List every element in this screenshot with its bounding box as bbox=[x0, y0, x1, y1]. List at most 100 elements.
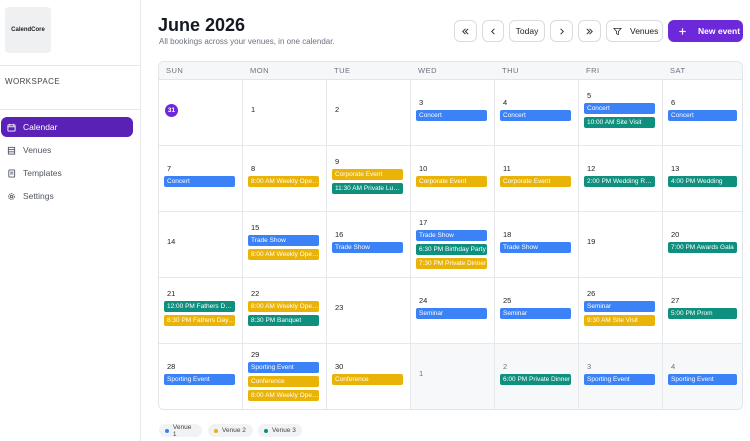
day-cell[interactable]: 1 bbox=[411, 344, 495, 409]
prev-year-button[interactable] bbox=[454, 20, 477, 42]
event-chip[interactable]: 7:00 PM Awards Gala bbox=[668, 242, 737, 253]
day-cell[interactable]: 24 Seminar bbox=[411, 278, 495, 344]
day-cell[interactable]: 4 Sporting Event bbox=[663, 344, 742, 409]
event-chip[interactable]: Trade Show bbox=[332, 242, 403, 253]
event-chip[interactable]: 9:30 AM Site Visit bbox=[584, 315, 655, 326]
event-chip[interactable]: 4:00 PM Wedding bbox=[668, 176, 737, 187]
sidebar-item-venues[interactable]: Venues bbox=[1, 140, 133, 160]
month-calendar: SUN MON TUE WED THU FRI SAT 31 1 2 3 Concert 4 Conce… bbox=[158, 61, 743, 410]
event-chip[interactable]: 5:00 PM Prom bbox=[668, 308, 737, 319]
day-cell[interactable]: 13 4:00 PM Wedding bbox=[663, 146, 742, 212]
day-cell[interactable]: 2 bbox=[327, 80, 411, 146]
day-cell[interactable]: 11 Corporate Event bbox=[495, 146, 579, 212]
day-cell[interactable]: 4 Concert bbox=[495, 80, 579, 146]
day-cell[interactable]: 22 8:00 AM Weekly Oper... 8:30 PM Banquet bbox=[243, 278, 327, 344]
event-chip[interactable]: Concert bbox=[500, 110, 571, 121]
new-event-label: New event bbox=[698, 26, 741, 36]
day-cell[interactable]: 18 Trade Show bbox=[495, 212, 579, 278]
event-chip[interactable]: Seminar bbox=[584, 301, 655, 312]
event-chip[interactable]: Seminar bbox=[500, 308, 571, 319]
event-chip[interactable]: Trade Show bbox=[416, 230, 487, 241]
day-cell[interactable]: 3 Sporting Event bbox=[579, 344, 663, 409]
event-chip[interactable]: 8:30 PM Fathers Day ... bbox=[164, 315, 235, 326]
day-cell[interactable]: 29 Sporting Event Conference 8:00 AM Weekly… bbox=[243, 344, 327, 409]
day-number: 18 bbox=[503, 230, 512, 239]
event-chip[interactable]: Sporting Event bbox=[248, 362, 319, 373]
day-cell[interactable]: 31 bbox=[159, 80, 243, 146]
day-number: 24 bbox=[419, 296, 428, 305]
day-cell[interactable]: 28 Sporting Event bbox=[159, 344, 243, 409]
legend-venue-1: Venue 1 bbox=[159, 424, 202, 438]
event-chip[interactable]: 8:00 AM Weekly Oper... bbox=[248, 390, 319, 401]
event-chip[interactable]: 8:00 AM Weekly Oper... bbox=[248, 176, 319, 187]
day-cell[interactable]: 25 Seminar bbox=[495, 278, 579, 344]
day-cell[interactable]: 26 Seminar 9:30 AM Site Visit bbox=[579, 278, 663, 344]
event-chip[interactable]: Seminar bbox=[416, 308, 487, 319]
day-cell[interactable]: 19 bbox=[579, 212, 663, 278]
day-cell[interactable]: 20 7:00 PM Awards Gala bbox=[663, 212, 742, 278]
today-button[interactable]: Today bbox=[509, 20, 545, 42]
next-month-button[interactable] bbox=[550, 20, 573, 42]
event-chip[interactable]: Corporate Event bbox=[416, 176, 487, 187]
event-chip[interactable]: Concert bbox=[164, 176, 235, 187]
sidebar-item-templates[interactable]: Templates bbox=[1, 163, 133, 183]
event-chip[interactable]: 8:00 AM Weekly Oper... bbox=[248, 249, 319, 260]
legend-venue-2: Venue 2 bbox=[208, 424, 253, 437]
day-cell[interactable]: 30 Conference bbox=[327, 344, 411, 409]
event-chip[interactable]: Concert bbox=[668, 110, 737, 121]
day-number: 26 bbox=[587, 289, 596, 298]
event-chip[interactable]: Corporate Event bbox=[332, 169, 403, 180]
day-cell[interactable]: 9 Corporate Event 11:30 AM Private Lunch bbox=[327, 146, 411, 212]
day-cell[interactable]: 12 2:00 PM Wedding Reh... bbox=[579, 146, 663, 212]
event-chip[interactable]: 12:00 PM Fathers Day ... bbox=[164, 301, 235, 312]
day-cell[interactable]: 6 Concert bbox=[663, 80, 742, 146]
calendar-icon bbox=[7, 123, 16, 132]
app-logo[interactable]: CalendCore bbox=[5, 7, 51, 53]
day-cell[interactable]: 2 6:00 PM Private Dinner bbox=[495, 344, 579, 409]
day-cell[interactable]: 10 Corporate Event bbox=[411, 146, 495, 212]
day-cell[interactable]: 1 bbox=[243, 80, 327, 146]
event-chip[interactable]: Conference bbox=[248, 376, 319, 387]
day-cell[interactable]: 8 8:00 AM Weekly Oper... bbox=[243, 146, 327, 212]
event-chip[interactable]: Concert bbox=[416, 110, 487, 121]
event-chip[interactable]: Conference bbox=[332, 374, 403, 385]
chevron-left-icon bbox=[490, 27, 495, 35]
event-chip[interactable]: 11:30 AM Private Lunch bbox=[332, 183, 403, 194]
next-year-button[interactable] bbox=[578, 20, 601, 42]
day-number: 17 bbox=[419, 218, 428, 227]
event-chip[interactable]: 8:00 AM Weekly Oper... bbox=[248, 301, 319, 312]
event-chip[interactable]: Trade Show bbox=[500, 242, 571, 253]
new-event-button[interactable]: New event bbox=[668, 20, 743, 42]
event-chip[interactable]: Sporting Event bbox=[668, 374, 737, 385]
day-cell[interactable]: 16 Trade Show bbox=[327, 212, 411, 278]
event-chip[interactable]: Trade Show bbox=[248, 235, 319, 246]
day-number: 12 bbox=[587, 164, 596, 173]
venues-filter-button[interactable]: Venues bbox=[606, 20, 663, 42]
sidebar-item-calendar[interactable]: Calendar bbox=[1, 117, 133, 137]
day-cell[interactable]: 17 Trade Show 6:30 PM Birthday Party 7:30 P… bbox=[411, 212, 495, 278]
day-number: 1 bbox=[251, 105, 256, 114]
legend-label: Venue 2 bbox=[222, 427, 246, 434]
day-cell[interactable]: 15 Trade Show 8:00 AM Weekly Oper... bbox=[243, 212, 327, 278]
event-chip[interactable]: 10:00 AM Site Visit bbox=[584, 117, 655, 128]
event-chip[interactable]: 8:30 PM Banquet bbox=[248, 315, 319, 326]
page-subtitle: All bookings across your venues, in one … bbox=[159, 37, 335, 46]
day-cell[interactable]: 23 bbox=[327, 278, 411, 344]
day-cell[interactable]: 14 bbox=[159, 212, 243, 278]
event-chip[interactable]: 7:30 PM Private Dinner bbox=[416, 258, 487, 269]
sidebar-item-settings[interactable]: Settings bbox=[1, 186, 133, 206]
event-chip[interactable]: Concert bbox=[584, 103, 655, 114]
event-chip[interactable]: Sporting Event bbox=[584, 374, 655, 385]
event-chip[interactable]: 6:00 PM Private Dinner bbox=[500, 374, 571, 385]
day-number: 23 bbox=[335, 303, 344, 312]
event-chip[interactable]: 6:30 PM Birthday Party bbox=[416, 244, 487, 255]
day-cell[interactable]: 27 5:00 PM Prom bbox=[663, 278, 742, 344]
event-chip[interactable]: Sporting Event bbox=[164, 374, 235, 385]
prev-month-button[interactable] bbox=[482, 20, 504, 42]
day-cell[interactable]: 21 12:00 PM Fathers Day ... 8:30 PM Father… bbox=[159, 278, 243, 344]
day-cell[interactable]: 3 Concert bbox=[411, 80, 495, 146]
day-cell[interactable]: 5 Concert 10:00 AM Site Visit bbox=[579, 80, 663, 146]
event-chip[interactable]: Corporate Event bbox=[500, 176, 571, 187]
day-cell[interactable]: 7 Concert bbox=[159, 146, 243, 212]
event-chip[interactable]: 2:00 PM Wedding Reh... bbox=[584, 176, 655, 187]
